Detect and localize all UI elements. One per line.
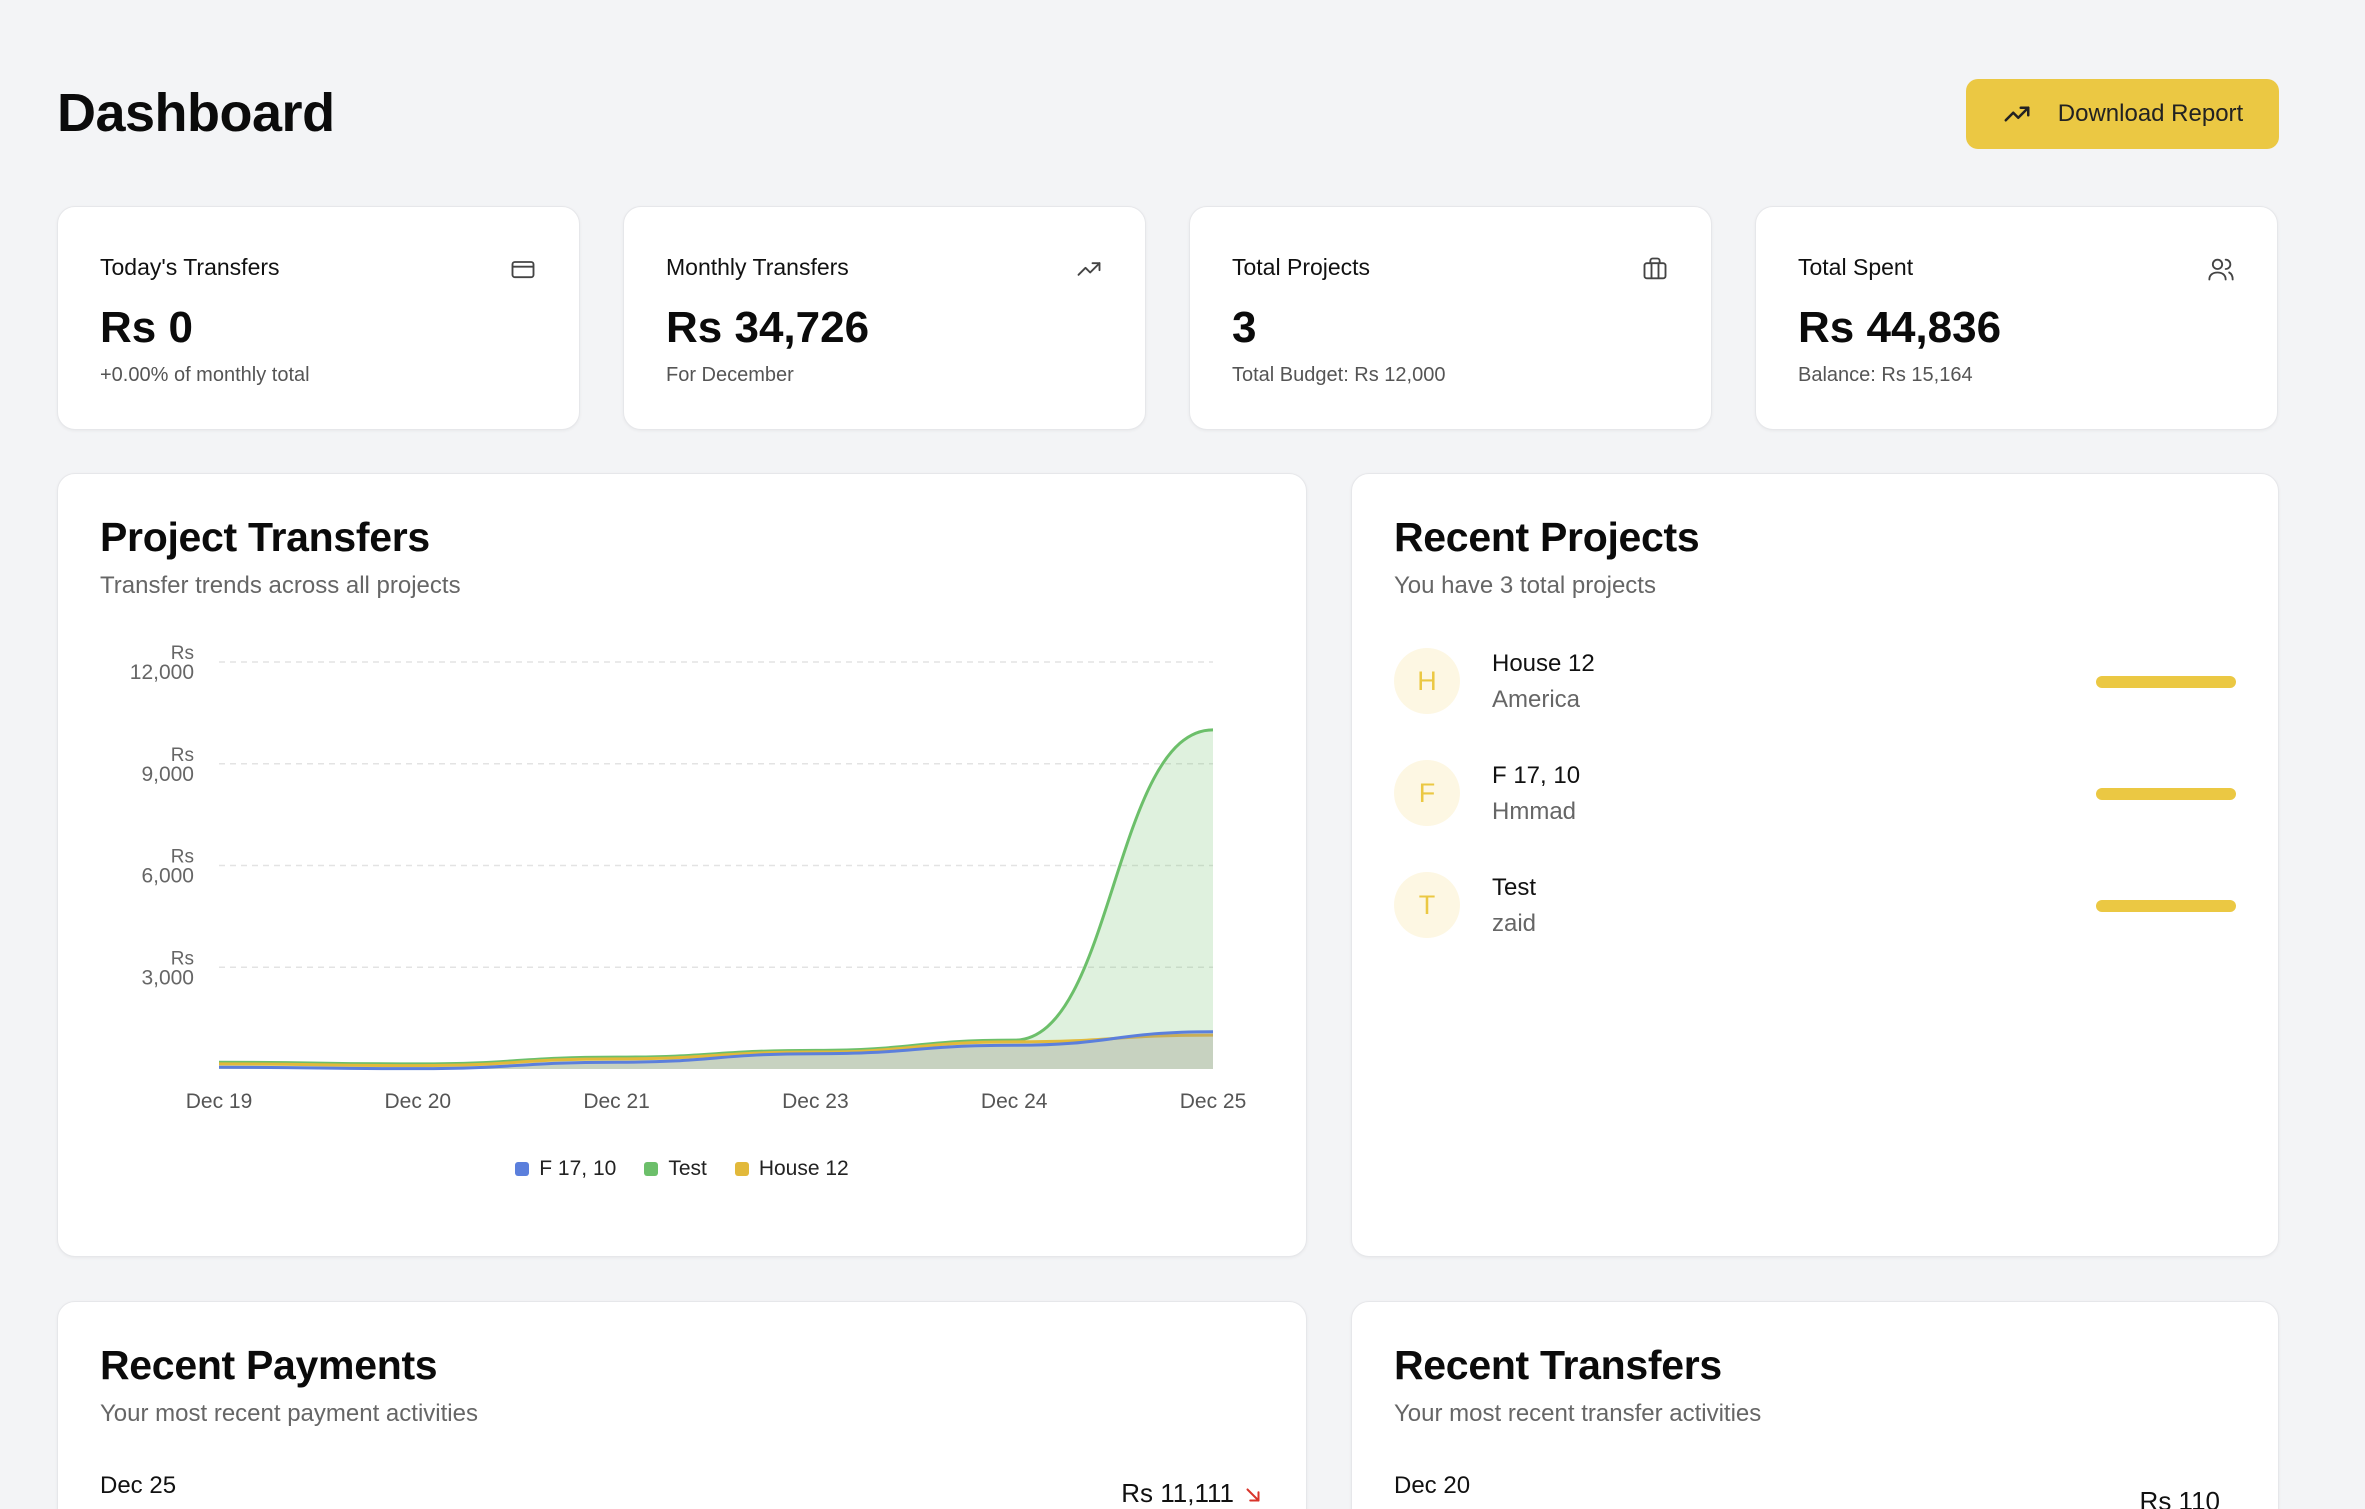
legend-item[interactable]: House 12 xyxy=(734,1157,849,1181)
avatar: T xyxy=(1394,872,1460,938)
payment-date: Dec 25 xyxy=(100,1472,177,1499)
stat-label: Today's Transfers xyxy=(100,254,280,280)
stat-card-monthly-transfers: Monthly Transfers Rs 34,726 For December xyxy=(623,206,1146,430)
stat-subtext: Balance: Rs 15,164 xyxy=(1798,364,1973,386)
stat-card-todays-transfers: Today's Transfers Rs 0 +0.00% of monthly… xyxy=(57,206,580,430)
section-title: Recent Payments xyxy=(100,1342,438,1388)
series-area xyxy=(219,729,1213,1069)
download-report-button[interactable]: Download Report xyxy=(1966,79,2279,149)
legend-item[interactable]: F 17, 10 xyxy=(515,1157,616,1181)
stat-value: 3 xyxy=(1232,303,1257,352)
section-subtitle: Your most recent transfer activities xyxy=(1394,1400,1762,1427)
x-tick-label: Dec 25 xyxy=(1180,1090,1247,1113)
section-title: Recent Projects xyxy=(1394,514,1700,560)
stat-label: Total Projects xyxy=(1232,254,1371,280)
project-transfers-card: Project Transfers Transfer trends across… xyxy=(57,473,1307,1257)
legend-label: F 17, 10 xyxy=(539,1157,617,1180)
legend-item[interactable]: Test xyxy=(644,1157,707,1181)
project-item[interactable]: H House 12 America xyxy=(1394,648,2236,718)
project-item[interactable]: F F 17, 10 Hmmad xyxy=(1394,760,2236,830)
stat-subtext: For December xyxy=(666,364,794,386)
section-title: Recent Transfers xyxy=(1394,1342,1722,1388)
project-location: Hmmad xyxy=(1492,798,1577,825)
project-name: Test xyxy=(1492,874,1537,901)
transfer-amount: Rs 110 xyxy=(2139,1486,2220,1509)
stat-label: Total Spent xyxy=(1798,254,1914,280)
section-subtitle: Your most recent payment activities xyxy=(100,1400,478,1427)
y-tick-label: 12,000 xyxy=(130,661,194,684)
legend-label: Test xyxy=(668,1157,707,1180)
stat-value: Rs 44,836 xyxy=(1798,303,2002,352)
arrow-down-right-icon xyxy=(1246,1488,1260,1502)
stat-label: Monthly Transfers xyxy=(666,254,849,280)
avatar: F xyxy=(1394,760,1460,826)
project-progress-bar xyxy=(2096,900,2236,912)
avatar: H xyxy=(1394,648,1460,714)
x-tick-label: Dec 20 xyxy=(385,1090,452,1113)
project-progress-bar xyxy=(2096,788,2236,800)
project-location: America xyxy=(1492,686,1581,713)
stat-card-total-projects: Total Projects 3 Total Budget: Rs 12,000 xyxy=(1189,206,1712,430)
y-tick-label: 9,000 xyxy=(141,763,194,786)
project-location: zaid xyxy=(1492,910,1537,937)
legend-swatch xyxy=(734,1162,749,1176)
x-tick-label: Dec 24 xyxy=(981,1090,1048,1113)
trending-up-icon xyxy=(2004,106,2030,122)
transfer-date: Dec 20 xyxy=(1394,1472,1471,1499)
x-tick-label: Dec 21 xyxy=(583,1090,650,1113)
download-report-label: Download Report xyxy=(2057,100,2244,127)
project-progress-bar xyxy=(2096,676,2236,688)
recent-transfers-card: Recent Transfers Your most recent transf… xyxy=(1351,1301,2279,1509)
trending-up-icon xyxy=(1077,262,1101,276)
y-tick-label: 3,000 xyxy=(141,966,194,989)
legend-swatch xyxy=(644,1162,659,1176)
recent-payments-card: Recent Payments Your most recent payment… xyxy=(57,1301,1307,1509)
project-transfers-chart: Rs12,000Rs9,000Rs6,000Rs3,000Dec 19 Dec 2… xyxy=(130,643,1247,1113)
project-name: House 12 xyxy=(1492,650,1595,677)
stat-card-total-spent: Total Spent Rs 44,836 Balance: Rs 15,164 xyxy=(1755,206,2278,430)
project-item[interactable]: T Test zaid xyxy=(1394,872,2236,942)
stat-value: Rs 34,726 xyxy=(666,303,870,352)
legend-swatch xyxy=(515,1162,530,1176)
section-subtitle: You have 3 total projects xyxy=(1394,572,1656,599)
stat-subtext: Total Budget: Rs 12,000 xyxy=(1232,364,1446,386)
credit-card-icon xyxy=(511,261,535,279)
project-name: F 17, 10 xyxy=(1492,762,1581,789)
x-tick-label: Dec 19 xyxy=(186,1090,253,1113)
users-icon xyxy=(2208,258,2234,281)
x-tick-label: Dec 23 xyxy=(782,1090,849,1113)
briefcase-icon xyxy=(1643,257,1667,280)
page-title: Dashboard xyxy=(57,83,335,143)
recent-projects-card: Recent Projects You have 3 total project… xyxy=(1351,473,2279,1257)
stat-subtext: +0.00% of monthly total xyxy=(100,364,310,386)
legend-label: House 12 xyxy=(758,1157,849,1180)
y-tick-label: 6,000 xyxy=(141,865,194,888)
stat-value: Rs 0 xyxy=(100,303,193,352)
chart-legend: F 17, 10 Test House 12 xyxy=(58,1157,1306,1181)
payment-amount: Rs 11,111 xyxy=(1121,1478,1234,1508)
